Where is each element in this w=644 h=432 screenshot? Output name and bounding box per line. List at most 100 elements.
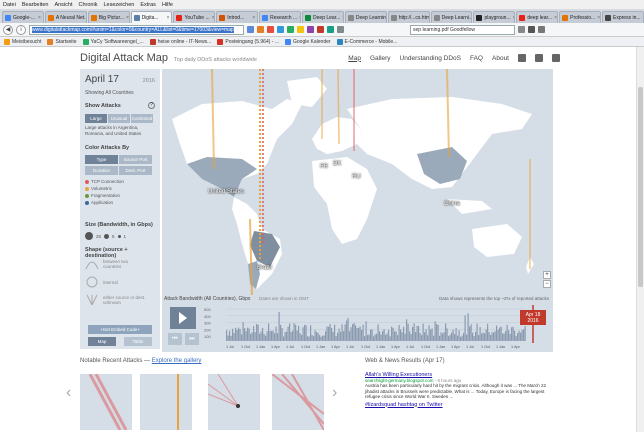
nav-gallery[interactable]: Gallery [370,55,391,62]
browser-tab[interactable]: Deep Learni...× [430,11,473,23]
back-button[interactable]: ◀ [3,24,13,35]
tab-close-icon[interactable]: × [167,15,170,21]
url-input[interactable]: www.digitalattackmap.com/#anim=1&color=0… [29,24,244,35]
site-logo[interactable]: Digital Attack Map [80,52,168,64]
nav-understanding-ddos[interactable]: Understanding DDoS [400,55,461,62]
tab-close-icon[interactable]: × [126,15,129,21]
page-scrollbar[interactable] [636,47,644,432]
bandwidth-bar [244,328,246,341]
bandwidth-bar [302,327,304,341]
extension-icon[interactable] [287,26,294,33]
zoom-in-button[interactable]: + [543,271,551,279]
bandwidth-chart[interactable]: 500 400 300200 100 1 Jul 1 Oct 1 Jan 1 Apr 1 Jul… [204,305,544,351]
duration-button[interactable]: Duration [85,166,118,175]
gallery-thumb[interactable] [208,374,260,430]
menu-item[interactable]: Datei [3,2,16,8]
browser-tab[interactable]: Express in...× [602,11,644,23]
browser-tab[interactable]: deep lear... × [516,11,559,23]
extension-icon[interactable] [307,26,314,33]
bookmark-item[interactable]: Posteingang (5.964) - ... [217,38,279,45]
world-map[interactable]: United StatesChinaBrazilFRDKRUARNZ [162,69,553,295]
browser-tab[interactable]: http://...cs.html× [387,11,430,23]
browser-tab[interactable]: A Neural Net...× [44,11,87,23]
browser-tab[interactable]: YouTube ... × [173,11,216,23]
zoom-out-button[interactable]: − [543,280,551,288]
bandwidth-bar [386,333,388,341]
extension-icon[interactable] [317,26,324,33]
browser-tab[interactable]: playgroun... × [473,11,516,23]
info-icon[interactable]: i [16,24,26,35]
source-port-button[interactable]: Source Port [119,155,152,164]
embed-code-button[interactable]: +Get Embed Code+ [88,325,152,334]
tab-close-icon[interactable]: × [212,15,215,21]
tab-close-icon[interactable]: × [554,15,557,21]
combined-button[interactable]: Combined [131,114,153,123]
tab-close-icon[interactable]: × [513,15,515,21]
bookmark-item[interactable]: heise online - IT-News... [149,38,211,45]
bookmark-item[interactable]: YaCy 'Softwareengel_... [82,38,144,45]
extension-icon[interactable] [297,26,304,33]
y-tick-label: 200 [204,327,211,332]
carousel-prev-icon[interactable]: ‹ [66,384,71,402]
extension-icon[interactable] [327,26,334,33]
carousel-next-icon[interactable]: › [332,384,337,402]
menu-item[interactable]: Bearbeiten [22,2,49,8]
nav-about[interactable]: About [492,55,509,62]
tab-close-icon[interactable]: × [299,15,300,21]
browser-tab[interactable]: Research ...× [259,11,302,23]
browser-tab[interactable]: Deep Learning × [344,11,387,23]
bookmark-item[interactable]: Startseite [47,38,77,45]
bandwidth-bar [419,333,421,341]
next-button[interactable]: ⏭ [185,333,199,345]
menu-icon[interactable] [538,26,545,33]
bookmark-item[interactable]: E-Commerce - Mobile... [336,38,397,45]
browser-tab[interactable]: Digita... × [130,11,173,23]
nav-map[interactable]: Map [348,55,361,62]
facebook-icon[interactable] [552,54,560,62]
bandwidth-bar [473,336,475,341]
extension-icon[interactable] [277,26,284,33]
explore-gallery-link[interactable]: Explore the gallery [152,358,202,364]
extension-icon[interactable] [257,26,264,33]
search-input[interactable]: sep learning.pdf Goodfellow [410,24,515,35]
download-icon[interactable] [518,26,525,33]
browser-tab[interactable]: Introd... × [216,11,259,23]
menu-item[interactable]: Extras [140,2,156,8]
map-view-button[interactable]: Map [88,337,116,346]
bookmark-item[interactable]: Meistbesucht [4,38,41,45]
reload-icon[interactable] [337,26,344,33]
browser-tab[interactable]: Big Pictur... × [87,11,130,23]
twitter-icon[interactable] [535,54,543,62]
adblock-icon[interactable] [267,26,274,33]
type-button[interactable]: Type [85,155,118,164]
previous-button[interactable]: ⏮ [168,333,182,345]
browser-tab[interactable]: Professio... × [559,11,602,23]
tab-close-icon[interactable]: × [342,15,343,21]
menu-item[interactable]: Lesezeichen [103,2,134,8]
share-icon[interactable] [518,54,526,62]
tab-close-icon[interactable]: × [38,15,41,21]
menu-item[interactable]: Ansicht [54,2,72,8]
bandwidth-bar [509,333,511,341]
nav-faq[interactable]: FAQ [470,55,483,62]
unusual-button[interactable]: Unusual [108,114,130,123]
bookmark-item[interactable]: Google Kalender [285,38,331,45]
home-icon[interactable] [528,26,535,33]
browser-tab[interactable]: Google-... × [2,11,44,23]
dest-port-button[interactable]: Dest. Port [119,166,152,175]
tab-close-icon[interactable]: × [252,15,255,21]
gallery-thumb[interactable] [80,374,132,430]
gallery-thumb[interactable] [272,374,324,430]
large-button[interactable]: Large [85,114,107,123]
menu-item[interactable]: Hilfe [162,2,173,8]
news-title[interactable]: #lizardsquad hashtag on Twitter [365,402,565,408]
browser-tab[interactable]: Deep Lear...× [302,11,344,23]
menu-item[interactable]: Chronik [79,2,98,8]
star-icon[interactable] [247,26,254,33]
table-view-button[interactable]: Table [124,337,152,346]
scroll-thumb[interactable] [638,87,643,287]
gallery-thumb[interactable] [140,374,192,430]
play-button[interactable] [170,307,196,329]
tab-close-icon[interactable]: × [597,15,600,21]
help-icon[interactable]: ? [148,102,155,109]
